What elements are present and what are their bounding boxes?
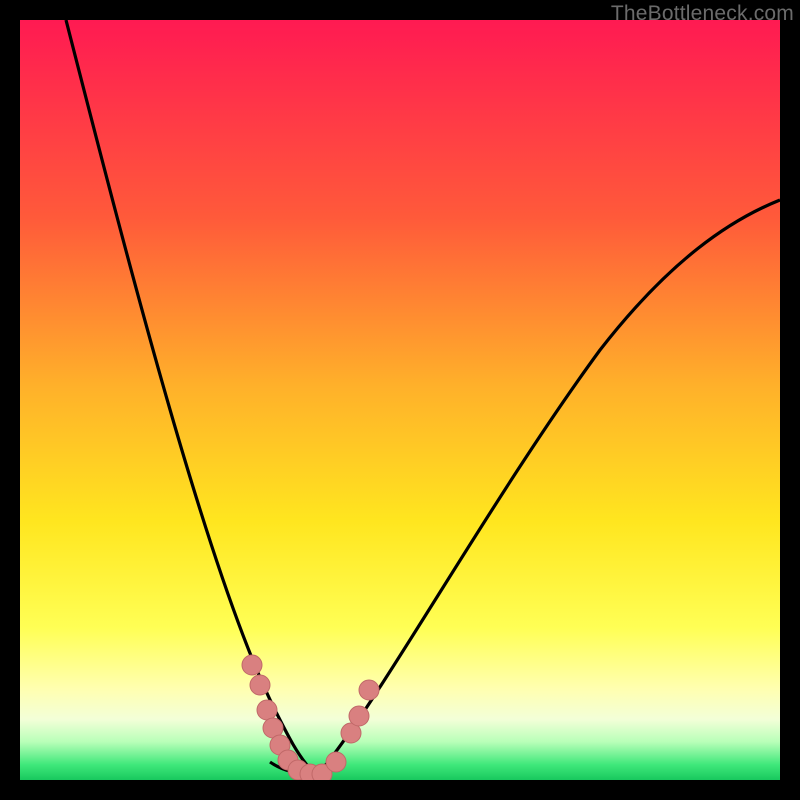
watermark-text: TheBottleneck.com	[611, 2, 794, 26]
gradient-background	[20, 20, 780, 780]
bottleneck-chart	[20, 20, 780, 780]
chart-frame	[20, 20, 780, 780]
